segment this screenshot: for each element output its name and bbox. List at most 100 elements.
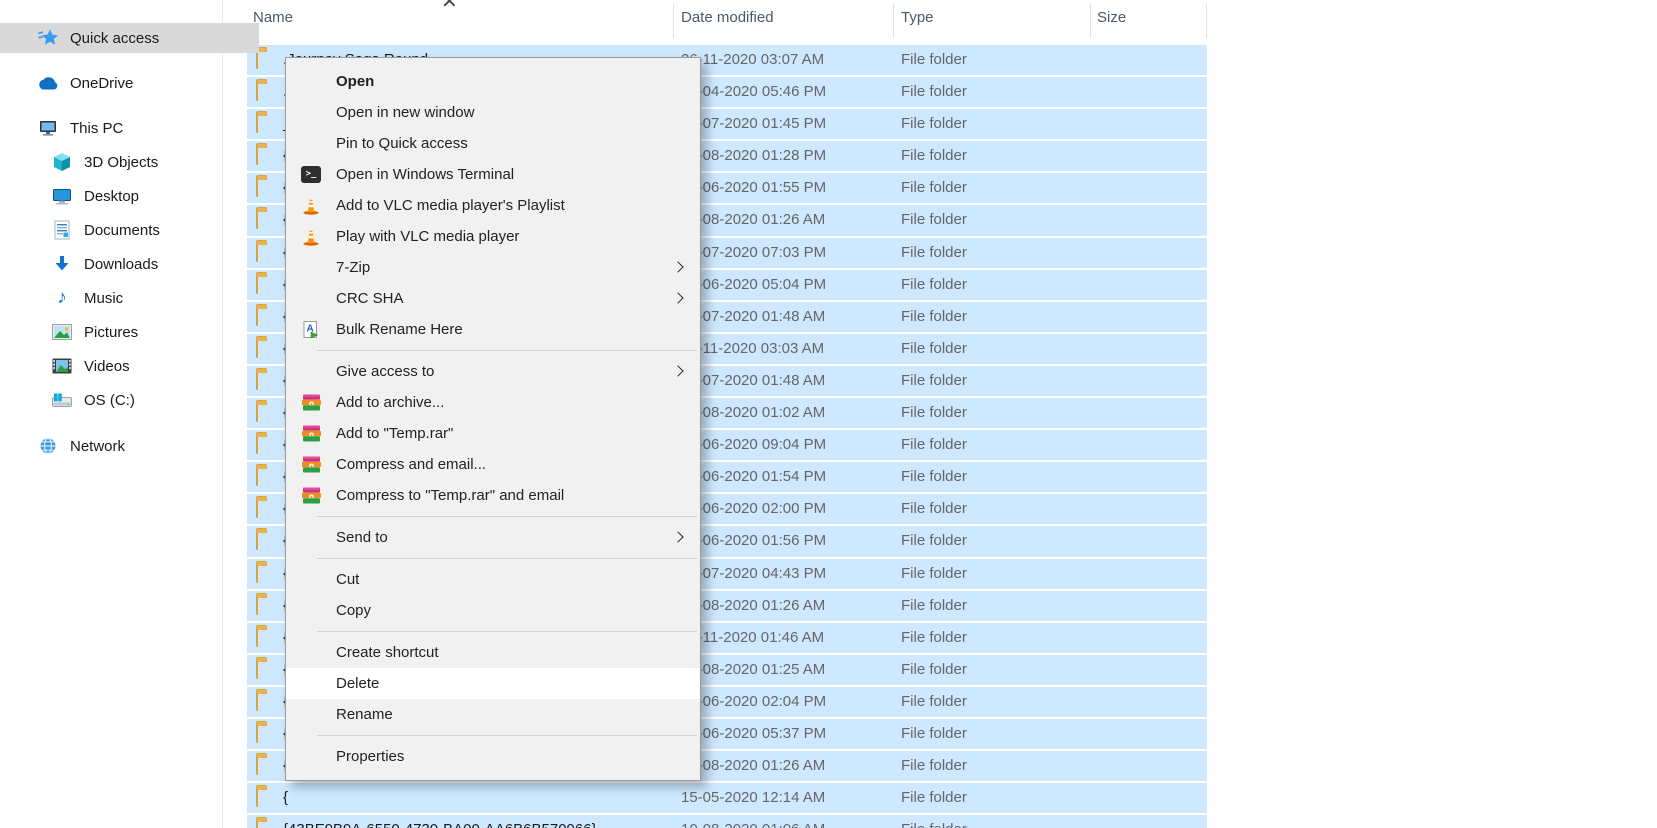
column-divider[interactable] <box>1206 3 1207 38</box>
menu-item-rename[interactable]: Rename <box>286 699 700 730</box>
sidebar-item-os-c[interactable]: OS (C:) <box>0 385 273 415</box>
menu-item-icon-empty <box>299 252 323 283</box>
menu-item-add-to-temp-rar[interactable]: Add to "Temp.rar" <box>286 418 700 449</box>
downloads-arrow-icon <box>51 254 73 274</box>
file-date-modified: 20-07-2020 07:03 PM <box>681 244 826 261</box>
menu-item-label: Add to VLC media player's Playlist <box>336 197 565 214</box>
menu-separator <box>317 558 697 559</box>
sidebar-item-videos[interactable]: Videos <box>0 351 273 381</box>
menu-item-pin-to-quick-access[interactable]: Pin to Quick access <box>286 128 700 159</box>
sidebar-item-this-pc[interactable]: This PC <box>0 113 259 143</box>
sidebar-item-pictures[interactable]: Pictures <box>0 317 273 347</box>
submenu-arrow-icon <box>672 531 683 542</box>
menu-item-play-with-vlc-media-player[interactable]: Play with VLC media player <box>286 221 700 252</box>
file-type: File folder <box>901 597 967 614</box>
file-type: File folder <box>901 211 967 228</box>
file-row[interactable]: {15-05-2020 12:14 AMFile folder <box>247 783 1207 813</box>
file-type: File folder <box>901 244 967 261</box>
file-type: File folder <box>901 500 967 517</box>
file-name: { <box>283 789 288 806</box>
menu-item-7-zip[interactable]: 7-Zip <box>286 252 700 283</box>
menu-item-send-to[interactable]: Send to <box>286 522 700 553</box>
column-divider[interactable] <box>893 3 894 38</box>
menu-item-icon-empty <box>299 699 323 730</box>
menu-item-add-to-vlc-media-player-s-playlist[interactable]: Add to VLC media player's Playlist <box>286 190 700 221</box>
sidebar-item-label: 3D Objects <box>84 154 158 171</box>
sidebar-item-label: Music <box>84 290 123 307</box>
file-explorer-window: ✕ Quick access OneDrive This PC 3D Objects D… <box>0 0 1657 828</box>
menu-item-label: Properties <box>336 748 404 765</box>
file-type: File folder <box>901 147 967 164</box>
sidebar-item-documents[interactable]: Documents <box>0 215 273 245</box>
menu-item-copy[interactable]: Copy <box>286 595 700 626</box>
file-type: File folder <box>901 629 967 646</box>
file-date-modified: 10-08-2020 01:06 AM <box>681 821 825 828</box>
quick-access-star-icon <box>37 28 59 48</box>
file-date-modified: 16-06-2020 02:04 PM <box>681 693 826 710</box>
menu-item-icon-empty <box>299 356 323 387</box>
file-type: File folder <box>901 179 967 196</box>
folder-icon <box>256 468 258 485</box>
menu-item-label: Cut <box>336 571 359 588</box>
menu-item-properties[interactable]: Properties <box>286 741 700 772</box>
menu-item-delete[interactable]: Delete <box>286 668 700 699</box>
file-date-modified: 20-07-2020 01:48 AM <box>681 308 825 325</box>
menu-item-label: Send to <box>336 529 388 546</box>
menu-item-label: Compress to "Temp.rar" and email <box>336 487 564 504</box>
column-header-type[interactable]: Type <box>901 9 934 26</box>
file-date-modified: 10-08-2020 01:25 AM <box>681 661 825 678</box>
menu-item-label: Rename <box>336 706 393 723</box>
column-divider[interactable] <box>1090 3 1091 38</box>
column-header-size[interactable]: Size <box>1097 9 1126 26</box>
videos-film-icon <box>51 356 73 376</box>
sidebar-item-label: Documents <box>84 222 160 239</box>
sidebar-item-3d-objects[interactable]: 3D Objects <box>0 147 273 177</box>
menu-item-create-shortcut[interactable]: Create shortcut <box>286 637 700 668</box>
vlc-cone-icon <box>299 190 323 221</box>
sidebar-item-quick-access[interactable]: Quick access <box>0 23 259 53</box>
menu-item-icon-empty <box>299 637 323 668</box>
menu-item-compress-and-email[interactable]: Compress and email... <box>286 449 700 480</box>
sidebar-item-music[interactable]: ♪Music <box>0 283 273 313</box>
menu-item-label: Compress and email... <box>336 456 486 473</box>
menu-item-add-to-archive[interactable]: Add to archive... <box>286 387 700 418</box>
menu-item-compress-to-temp-rar-and-email[interactable]: Compress to "Temp.rar" and email <box>286 480 700 511</box>
sidebar-item-network[interactable]: Network <box>0 431 259 461</box>
sidebar-item-label: Network <box>70 438 125 455</box>
sidebar-item-label: Pictures <box>84 324 138 341</box>
menu-item-label: Add to "Temp.rar" <box>336 425 453 442</box>
menu-separator <box>317 350 697 351</box>
menu-item-cut[interactable]: Cut <box>286 564 700 595</box>
menu-item-open-in-new-window[interactable]: Open in new window <box>286 97 700 128</box>
file-type: File folder <box>901 372 967 389</box>
folder-icon <box>256 789 258 806</box>
menu-item-icon-empty <box>299 741 323 772</box>
sidebar-item-label: Desktop <box>84 188 139 205</box>
submenu-arrow-icon <box>672 365 683 376</box>
file-type: File folder <box>901 404 967 421</box>
file-type: File folder <box>901 115 967 132</box>
menu-item-bulk-rename-here[interactable]: ABulk Rename Here <box>286 314 700 345</box>
file-date-modified: 20-07-2020 04:43 PM <box>681 565 826 582</box>
os-drive-icon <box>51 390 73 410</box>
folder-icon <box>256 693 258 710</box>
column-header-name[interactable]: Name <box>253 9 293 26</box>
winrar-books-icon <box>299 449 323 480</box>
menu-item-open-in-windows-terminal[interactable]: >_Open in Windows Terminal <box>286 159 700 190</box>
menu-item-open[interactable]: Open <box>286 66 700 97</box>
sidebar-item-downloads[interactable]: Downloads <box>0 249 273 279</box>
bulk-rename-icon: A <box>299 314 323 345</box>
file-date-modified: 26-11-2020 03:03 AM <box>681 340 824 357</box>
sidebar-item-onedrive[interactable]: OneDrive <box>0 68 259 98</box>
sidebar-item-desktop[interactable]: Desktop <box>0 181 273 211</box>
menu-item-give-access-to[interactable]: Give access to <box>286 356 700 387</box>
menu-item-crc-sha[interactable]: CRC SHA <box>286 283 700 314</box>
winrar-books-icon <box>299 480 323 511</box>
file-row[interactable]: {43BE9B9A-6550-4730-BA00-AA6B6B570966}10… <box>247 815 1207 828</box>
close-icon[interactable]: ✕ <box>441 0 458 14</box>
column-divider[interactable] <box>673 3 674 38</box>
desktop-monitor-icon <box>51 186 73 206</box>
vlc-cone-icon <box>299 221 323 252</box>
column-header-date-modified[interactable]: Date modified <box>681 9 774 26</box>
menu-item-label: Play with VLC media player <box>336 228 519 245</box>
